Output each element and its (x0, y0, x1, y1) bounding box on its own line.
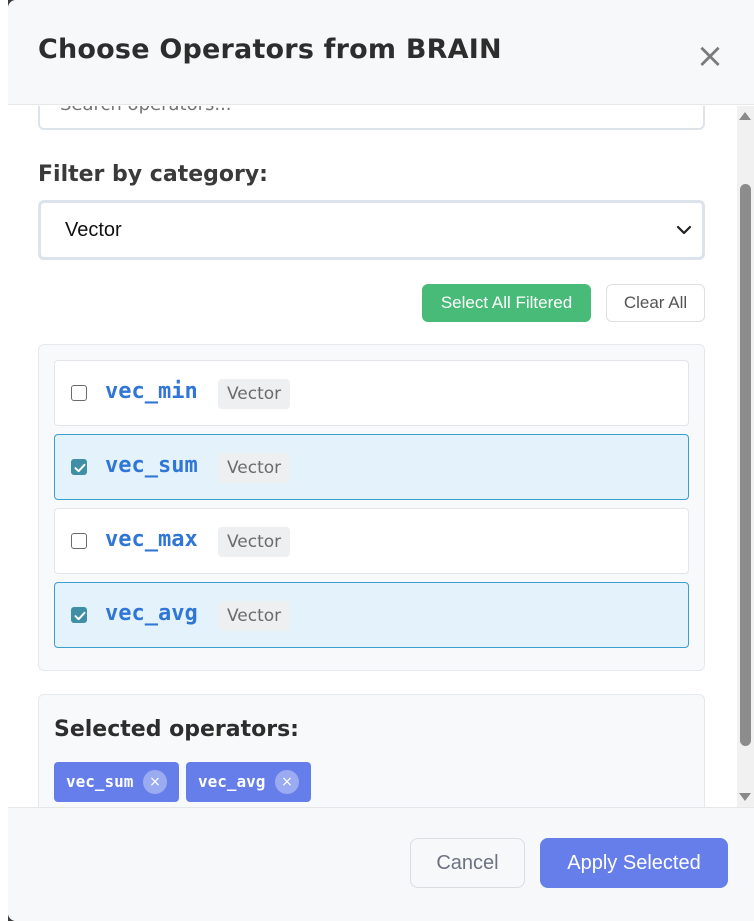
modal-footer: Cancel Apply Selected (8, 807, 754, 921)
category-badge: Vector (218, 379, 291, 409)
selected-operators-panel: Selected operators: vec_sum × vec_avg × (38, 694, 705, 807)
selected-chip: vec_sum × (54, 762, 179, 802)
cancel-button[interactable]: Cancel (410, 838, 525, 888)
close-icon[interactable]: × (692, 38, 728, 74)
modal-header: Choose Operators from BRAIN × (8, 0, 754, 105)
chevron-down-icon (676, 225, 692, 235)
modal-body: Filter by category: Vector Select All Fi… (8, 106, 754, 807)
checkbox-checked[interactable] (71, 459, 87, 475)
checkbox[interactable] (71, 385, 87, 401)
selected-chip: vec_avg × (186, 762, 311, 802)
category-select-value: Vector (65, 219, 122, 241)
operator-row-vec-min[interactable]: vec_min Vector (54, 360, 689, 426)
apply-selected-button[interactable]: Apply Selected (540, 838, 728, 888)
remove-chip-icon[interactable]: × (275, 770, 299, 794)
remove-chip-icon[interactable]: × (143, 770, 167, 794)
checkmark-icon (74, 463, 86, 473)
operator-row-vec-avg[interactable]: vec_avg Vector (54, 582, 689, 648)
operator-name: vec_sum (105, 453, 198, 478)
category-badge: Vector (218, 453, 291, 483)
vertical-scrollbar[interactable] (737, 106, 754, 807)
modal-title: Choose Operators from BRAIN (38, 34, 502, 65)
clear-all-button[interactable]: Clear All (606, 284, 705, 322)
scroll-up-arrow-icon[interactable] (739, 112, 751, 120)
scroll-down-arrow-icon[interactable] (739, 793, 751, 801)
category-badge: Vector (218, 527, 291, 557)
checkmark-icon (74, 611, 86, 621)
category-badge: Vector (218, 601, 291, 631)
selected-operators-title: Selected operators: (54, 717, 299, 742)
operator-row-vec-max[interactable]: vec_max Vector (54, 508, 689, 574)
chip-label: vec_avg (198, 772, 266, 791)
checkbox-checked[interactable] (71, 607, 87, 623)
select-all-filtered-button[interactable]: Select All Filtered (422, 284, 591, 322)
operator-list: vec_min Vector vec_sum Vector vec_max Ve… (38, 344, 705, 671)
background-page-edge (0, 0, 8, 921)
filter-label: Filter by category: (38, 162, 268, 187)
checkbox[interactable] (71, 533, 87, 549)
operator-row-vec-sum[interactable]: vec_sum Vector (54, 434, 689, 500)
chip-label: vec_sum (66, 772, 134, 791)
operator-name: vec_avg (105, 601, 198, 626)
operator-picker-modal: Choose Operators from BRAIN × Filter by … (8, 0, 754, 921)
category-select[interactable]: Vector (38, 200, 705, 260)
operator-name: vec_max (105, 527, 198, 552)
scrollbar-thumb[interactable] (740, 184, 751, 746)
search-input[interactable] (38, 106, 705, 130)
operator-name: vec_min (105, 379, 198, 404)
